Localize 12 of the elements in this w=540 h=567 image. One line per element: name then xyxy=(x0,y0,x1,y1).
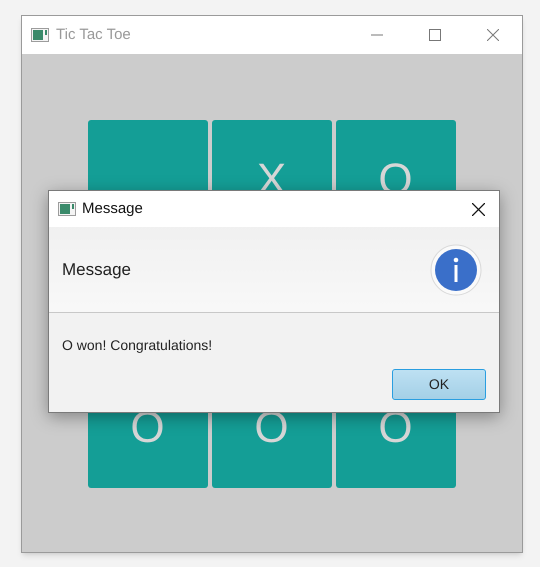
message-text: O won! Congratulations! xyxy=(62,336,214,355)
ok-button[interactable]: OK xyxy=(392,369,486,400)
maximize-icon xyxy=(429,29,441,41)
close-icon xyxy=(487,29,499,41)
minimize-icon xyxy=(371,34,383,36)
dialog-header: Message xyxy=(62,258,131,281)
window-title: Tic Tac Toe xyxy=(56,24,131,45)
close-icon xyxy=(472,202,484,216)
dialog-title: Message xyxy=(82,198,143,219)
app-icon xyxy=(31,28,49,42)
info-icon xyxy=(430,244,482,296)
app-icon xyxy=(58,202,76,216)
